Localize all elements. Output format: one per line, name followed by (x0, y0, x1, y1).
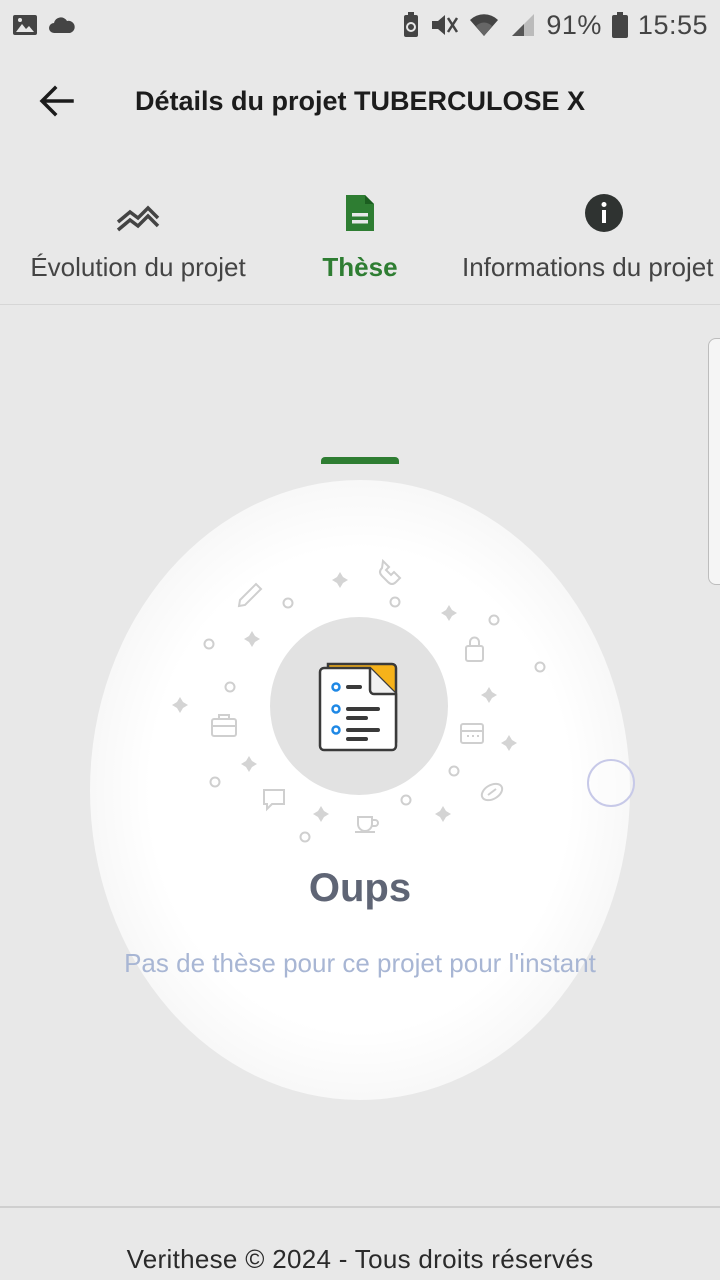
status-bar: 91% 15:55 (0, 0, 720, 50)
battery-icon (611, 12, 628, 38)
tab-informations[interactable]: Informations du projet (462, 160, 720, 304)
status-right: 91% 15:55 (402, 10, 708, 41)
battery-percent: 91% (546, 9, 602, 40)
image-icon (12, 14, 38, 36)
touch-indicator (587, 759, 635, 807)
tab-bar: Évolution du projet Thèse Informations d… (0, 160, 720, 464)
signal-icon (510, 12, 536, 38)
footer: Verithese © 2024 - Tous droits réservés (0, 1206, 720, 1280)
footer-copyright: Verithese © 2024 - Tous droits réservés (126, 1243, 594, 1274)
empty-state-title: Oups (308, 866, 412, 910)
tab-label: Thèse (322, 252, 398, 282)
page-title: Détails du projet TUBERCULOSE X (134, 86, 586, 116)
tab-label: Évolution du projet (30, 252, 246, 282)
tab-evolution[interactable]: Évolution du projet (18, 160, 258, 304)
document-icon (343, 160, 377, 234)
app-bar: Détails du projet TUBERCULOSE X (0, 60, 720, 146)
battery-saver-icon (402, 12, 420, 38)
side-drawer-handle[interactable] (708, 338, 720, 585)
wifi-icon (468, 12, 500, 38)
clock: 15:55 (637, 9, 708, 40)
tab-label: Informations du projet (462, 252, 714, 282)
active-tab-indicator (321, 457, 399, 464)
tab-these[interactable]: Thèse (300, 160, 420, 304)
info-icon (462, 160, 720, 234)
cloud-icon (48, 16, 76, 34)
status-left (12, 14, 76, 36)
empty-state-message: Pas de thèse pour ce projet pour l'insta… (124, 948, 596, 978)
trending-icon (116, 160, 160, 234)
mute-icon (430, 12, 459, 38)
empty-document-icon (160, 540, 560, 860)
